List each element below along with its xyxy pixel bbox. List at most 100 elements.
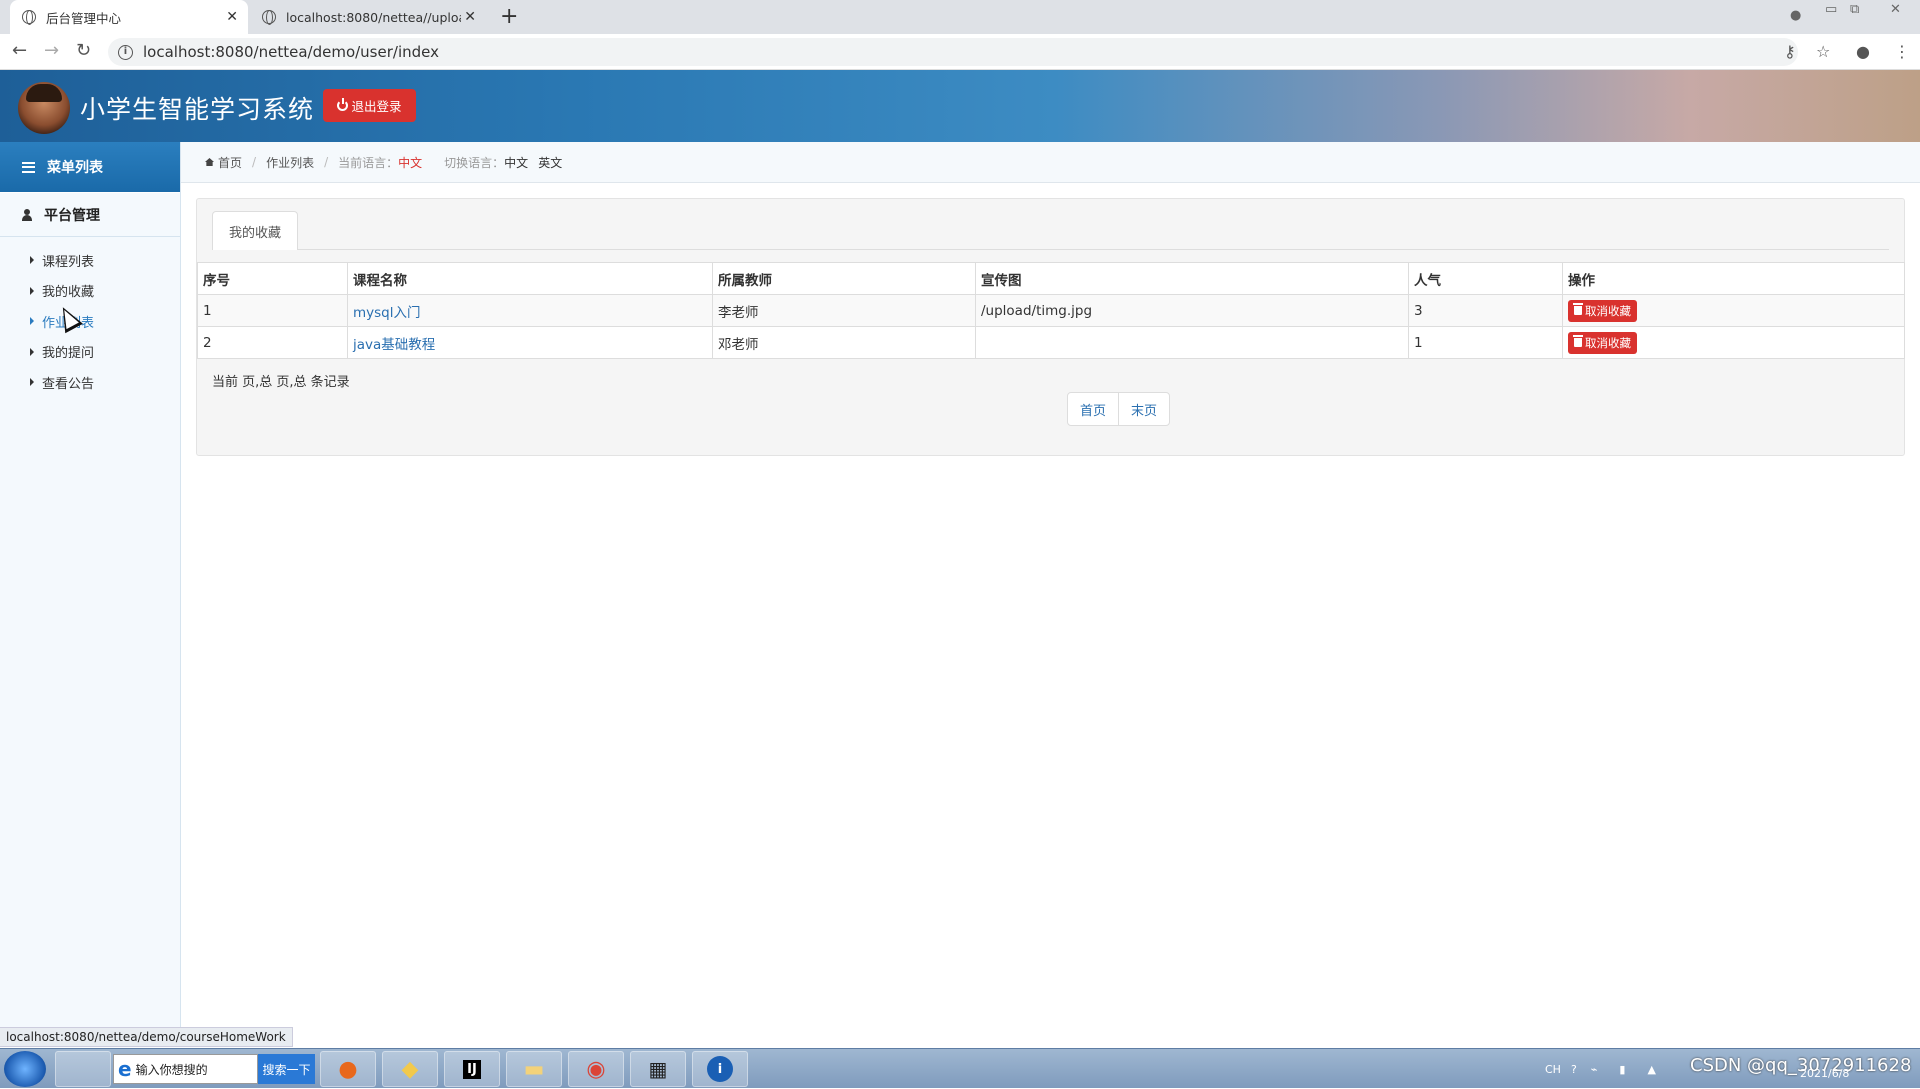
address-bar: ← → ↻ i localhost:8080/nettea/demo/user/… <box>0 34 1920 70</box>
start-button[interactable] <box>4 1051 46 1087</box>
breadcrumb-home[interactable]: 首页 <box>218 154 242 171</box>
info-app-icon[interactable]: i <box>692 1051 748 1087</box>
logout-button[interactable]: 退出登录 <box>323 89 416 122</box>
star-icon[interactable]: ☆ <box>1816 42 1830 61</box>
tab-divider <box>212 249 1889 250</box>
url-input[interactable]: i localhost:8080/nettea/demo/user/index <box>108 38 1798 66</box>
column-header: 序号 <box>197 262 348 295</box>
breadcrumb-separator: / <box>324 155 329 169</box>
new-tab-button[interactable]: + <box>500 4 518 29</box>
switch-language-label: 切换语言： <box>444 155 505 170</box>
table-row: 2 java基础教程 邓老师 1 取消收藏 <box>197 326 1905 359</box>
caret-right-icon <box>30 286 34 295</box>
globe-icon <box>262 10 276 25</box>
battery-icon[interactable]: ▮ <box>1619 1063 1625 1076</box>
column-header: 操作 <box>1562 262 1905 295</box>
app-icon-launcher[interactable] <box>55 1051 111 1087</box>
course-link[interactable]: java基础教程 <box>353 337 435 353</box>
network-icon[interactable]: ⌁ <box>1591 1063 1598 1076</box>
home-icon <box>205 158 214 166</box>
clock-date: 2021/6/8 <box>1800 1067 1850 1080</box>
breadcrumb-separator: / <box>252 155 257 169</box>
group-title: 平台管理 <box>44 207 100 224</box>
unfavorite-button[interactable]: 取消收藏 <box>1568 331 1637 354</box>
browser-tab-active[interactable]: 后台管理中心 ✕ <box>10 0 248 34</box>
course-link[interactable]: mysql入门 <box>353 305 421 321</box>
firefox-icon[interactable]: ● <box>320 1051 376 1087</box>
switch-language-zh[interactable]: 中文 <box>504 154 528 171</box>
favorites-panel: 我的收藏 序号 课程名称 所属教师 宣传图 人气 操作 1 mysql入门 李老… <box>196 198 1905 456</box>
sidebar-item-announcements[interactable]: 查看公告 <box>0 367 180 398</box>
tool-app-icon[interactable]: ▦ <box>630 1051 686 1087</box>
sidebar-item-label: 我的提问 <box>42 346 95 362</box>
unfavorite-label: 取消收藏 <box>1585 303 1631 318</box>
search-placeholder: 输入你想搜的 <box>135 1062 208 1077</box>
menu-header: 菜单列表 <box>0 142 180 192</box>
show-hidden-icons[interactable]: ▲ <box>1647 1063 1655 1076</box>
caret-right-icon <box>30 347 34 356</box>
chrome-icon[interactable]: ◉ <box>568 1051 624 1087</box>
sidebar: 菜单列表 平台管理 课程列表 我的收藏 作业列表 我的提问 查看公告 <box>0 142 181 1028</box>
forward-arrow-icon[interactable]: → <box>44 40 59 61</box>
sidebar-item-my-questions[interactable]: 我的提问 <box>0 337 180 368</box>
cell-teacher: 李老师 <box>712 294 976 327</box>
tab-search-icon[interactable]: ● <box>1790 8 1801 23</box>
sidebar-item-favorites[interactable]: 我的收藏 <box>0 276 180 307</box>
column-header: 课程名称 <box>347 262 713 295</box>
browser-tab-inactive[interactable]: localhost:8080/nettea//uploa ✕ <box>250 0 486 34</box>
site-info-icon[interactable]: i <box>118 44 133 60</box>
last-page-button[interactable]: 末页 <box>1118 393 1169 425</box>
taskbar: e 输入你想搜的 搜索一下 ● ◆ IJ ▬ ◉ ▦ i CH ? ⌁ ▮ ▲ <box>0 1048 1920 1088</box>
intellij-icon[interactable]: IJ <box>444 1051 500 1087</box>
column-header: 人气 <box>1408 262 1563 295</box>
file-explorer-icon[interactable]: ▬ <box>506 1051 562 1087</box>
sidebar-group-platform[interactable]: 平台管理 <box>0 192 180 237</box>
column-header: 宣传图 <box>975 262 1409 295</box>
taskbar-search-input[interactable]: e 输入你想搜的 <box>113 1054 258 1084</box>
tab-my-favorites[interactable]: 我的收藏 <box>212 211 298 250</box>
reload-icon[interactable]: ↻ <box>76 40 91 61</box>
current-language-label: 当前语言： <box>338 155 399 170</box>
cell-image <box>975 326 1409 359</box>
back-arrow-icon[interactable]: ← <box>12 40 27 61</box>
close-tab-icon[interactable]: ✕ <box>464 9 476 25</box>
sidebar-item-label: 课程列表 <box>42 254 95 270</box>
cell-image: /upload/timg.jpg <box>975 294 1409 327</box>
menu-title: 菜单列表 <box>47 160 103 176</box>
sidebar-item-label: 我的收藏 <box>42 285 95 301</box>
trash-icon <box>1573 303 1583 315</box>
folder-sync-icon[interactable]: ◆ <box>382 1051 438 1087</box>
profile-icon[interactable]: ● <box>1856 42 1870 61</box>
first-page-button[interactable]: 首页 <box>1068 393 1118 425</box>
power-icon <box>337 98 349 111</box>
caret-right-icon <box>30 256 34 265</box>
restore-button[interactable]: ⧉ <box>1850 2 1859 17</box>
close-tab-icon[interactable]: ✕ <box>226 9 238 25</box>
breadcrumb-current: 作业列表 <box>266 155 315 170</box>
input-language[interactable]: CH <box>1545 1063 1561 1076</box>
sidebar-item-course-list[interactable]: 课程列表 <box>0 245 180 276</box>
pagination: 首页 末页 <box>1067 392 1171 426</box>
page-info: 当前 页,总 页,总 条记录 <box>212 375 350 390</box>
table-row: 1 mysql入门 李老师 /upload/timg.jpg 3 取消收藏 <box>197 294 1905 327</box>
current-language-value: 中文 <box>398 155 423 170</box>
key-icon[interactable]: ⚷ <box>1784 42 1796 61</box>
minimize-button[interactable]: ▭ <box>1825 2 1837 17</box>
menu-dots-icon[interactable]: ⋮ <box>1894 42 1910 61</box>
app-header: 小学生智能学习系统 退出登录 <box>0 70 1920 142</box>
cell-index: 2 <box>197 326 348 359</box>
unfavorite-button[interactable]: 取消收藏 <box>1568 299 1637 322</box>
help-icon[interactable]: ? <box>1571 1063 1577 1076</box>
switch-language-en[interactable]: 英文 <box>538 154 562 171</box>
sidebar-item-homework-list[interactable]: 作业列表 <box>0 306 180 337</box>
close-window-button[interactable]: ✕ <box>1890 2 1901 17</box>
caret-right-icon <box>30 378 34 387</box>
browser-tab-title: localhost:8080/nettea//uploa <box>286 9 461 25</box>
taskbar-search-button[interactable]: 搜索一下 <box>258 1054 315 1084</box>
favorites-table: 序号 课程名称 所属教师 宣传图 人气 操作 1 mysql入门 李老师 /up… <box>197 262 1905 359</box>
browser-status-bar: localhost:8080/nettea/demo/courseHomeWor… <box>0 1027 293 1047</box>
browser-tab-strip: 后台管理中心 ✕ localhost:8080/nettea//uploa ✕ … <box>0 0 1920 34</box>
globe-icon <box>22 10 36 25</box>
logout-label: 退出登录 <box>351 99 402 114</box>
cell-popularity: 3 <box>1408 294 1563 327</box>
